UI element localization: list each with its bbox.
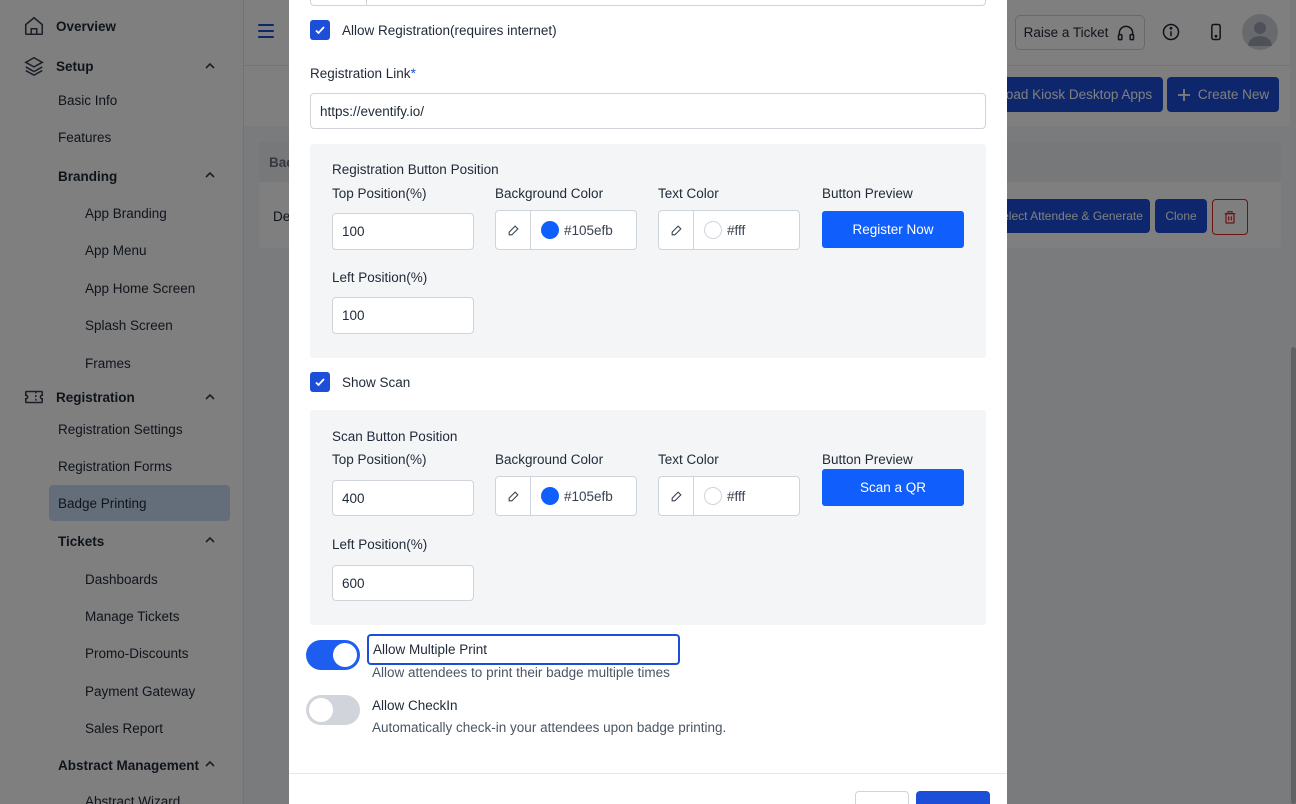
panel-title: Scan Button Position <box>332 429 458 444</box>
background-color-label: Background Color <box>495 186 604 201</box>
allow-multiple-print-hint: Allow attendees to print their badge mul… <box>372 665 670 680</box>
panel-title: Registration Button Position <box>332 162 499 177</box>
color-swatch <box>704 487 722 505</box>
show-scan-checkbox[interactable] <box>310 372 330 392</box>
preview-button-label: Scan a QR <box>859 480 927 495</box>
allow-multiple-print-title-input[interactable] <box>367 634 680 665</box>
top-position-label: Top Position(%) <box>332 186 427 201</box>
background-color-field[interactable]: #105efb <box>495 476 637 516</box>
text-color-field[interactable]: #fff <box>658 210 800 250</box>
badge-settings-modal: Allow Registration(requires internet) Re… <box>289 0 1007 804</box>
previous-field-divider <box>366 0 367 6</box>
scan-button-position-panel: Scan Button Position Top Position(%) Bac… <box>310 410 986 625</box>
preview-button-label: Register Now <box>852 222 934 237</box>
button-preview-label: Button Preview <box>822 186 913 201</box>
check-icon <box>315 26 325 35</box>
toggle-knob <box>333 643 357 667</box>
color-hex: #105efb <box>564 488 613 504</box>
text-color-field[interactable]: #fff <box>658 476 800 516</box>
eyedropper-icon[interactable] <box>659 477 694 515</box>
background-color-field[interactable]: #105efb <box>495 210 637 250</box>
allow-checkin-hint: Automatically check-in your attendees up… <box>372 720 727 735</box>
footer-secondary-button[interactable] <box>855 791 909 804</box>
allow-multiple-print-toggle[interactable] <box>306 640 360 670</box>
scan-qr-preview-button: Scan a QR <box>822 469 964 506</box>
color-value[interactable]: #fff <box>694 211 799 249</box>
left-position-label: Left Position(%) <box>332 270 428 285</box>
toggle-knob <box>309 698 333 722</box>
registration-link-input[interactable] <box>310 93 986 129</box>
top-position-input[interactable] <box>332 213 474 250</box>
text-color-label: Text Color <box>658 452 719 467</box>
check-icon <box>315 378 325 387</box>
top-position-input[interactable] <box>332 480 474 516</box>
eyedropper-icon[interactable] <box>659 211 694 249</box>
previous-field[interactable] <box>310 0 986 6</box>
allow-registration-checkbox[interactable] <box>310 20 330 40</box>
color-value[interactable]: #fff <box>694 477 799 515</box>
registration-button-position-panel: Registration Button Position Top Positio… <box>310 144 986 358</box>
allow-checkin-title: Allow CheckIn <box>372 698 458 713</box>
registration-link-label: Registration Link* <box>310 66 416 81</box>
color-hex: #fff <box>727 488 746 504</box>
eyedropper-icon[interactable] <box>496 477 531 515</box>
required-asterisk: * <box>410 66 416 81</box>
color-hex: #105efb <box>564 222 613 238</box>
eyedropper-icon[interactable] <box>496 211 531 249</box>
register-now-preview-button: Register Now <box>822 211 964 248</box>
allow-checkin-toggle[interactable] <box>306 695 360 725</box>
color-swatch <box>541 221 559 239</box>
footer-primary-button[interactable] <box>916 791 990 804</box>
text-color-label: Text Color <box>658 186 719 201</box>
color-value[interactable]: #105efb <box>531 211 636 249</box>
color-hex: #fff <box>727 222 746 238</box>
modal-footer-divider <box>289 773 1007 774</box>
top-position-label: Top Position(%) <box>332 452 427 467</box>
color-swatch <box>541 487 559 505</box>
allow-registration-label: Allow Registration(requires internet) <box>342 23 557 38</box>
left-position-input[interactable] <box>332 565 474 601</box>
left-position-input[interactable] <box>332 297 474 334</box>
background-color-label: Background Color <box>495 452 604 467</box>
registration-link-label-text: Registration Link <box>310 66 411 81</box>
show-scan-label: Show Scan <box>342 375 411 390</box>
color-value[interactable]: #105efb <box>531 477 636 515</box>
left-position-label: Left Position(%) <box>332 537 428 552</box>
button-preview-label: Button Preview <box>822 452 913 467</box>
color-swatch <box>704 221 722 239</box>
